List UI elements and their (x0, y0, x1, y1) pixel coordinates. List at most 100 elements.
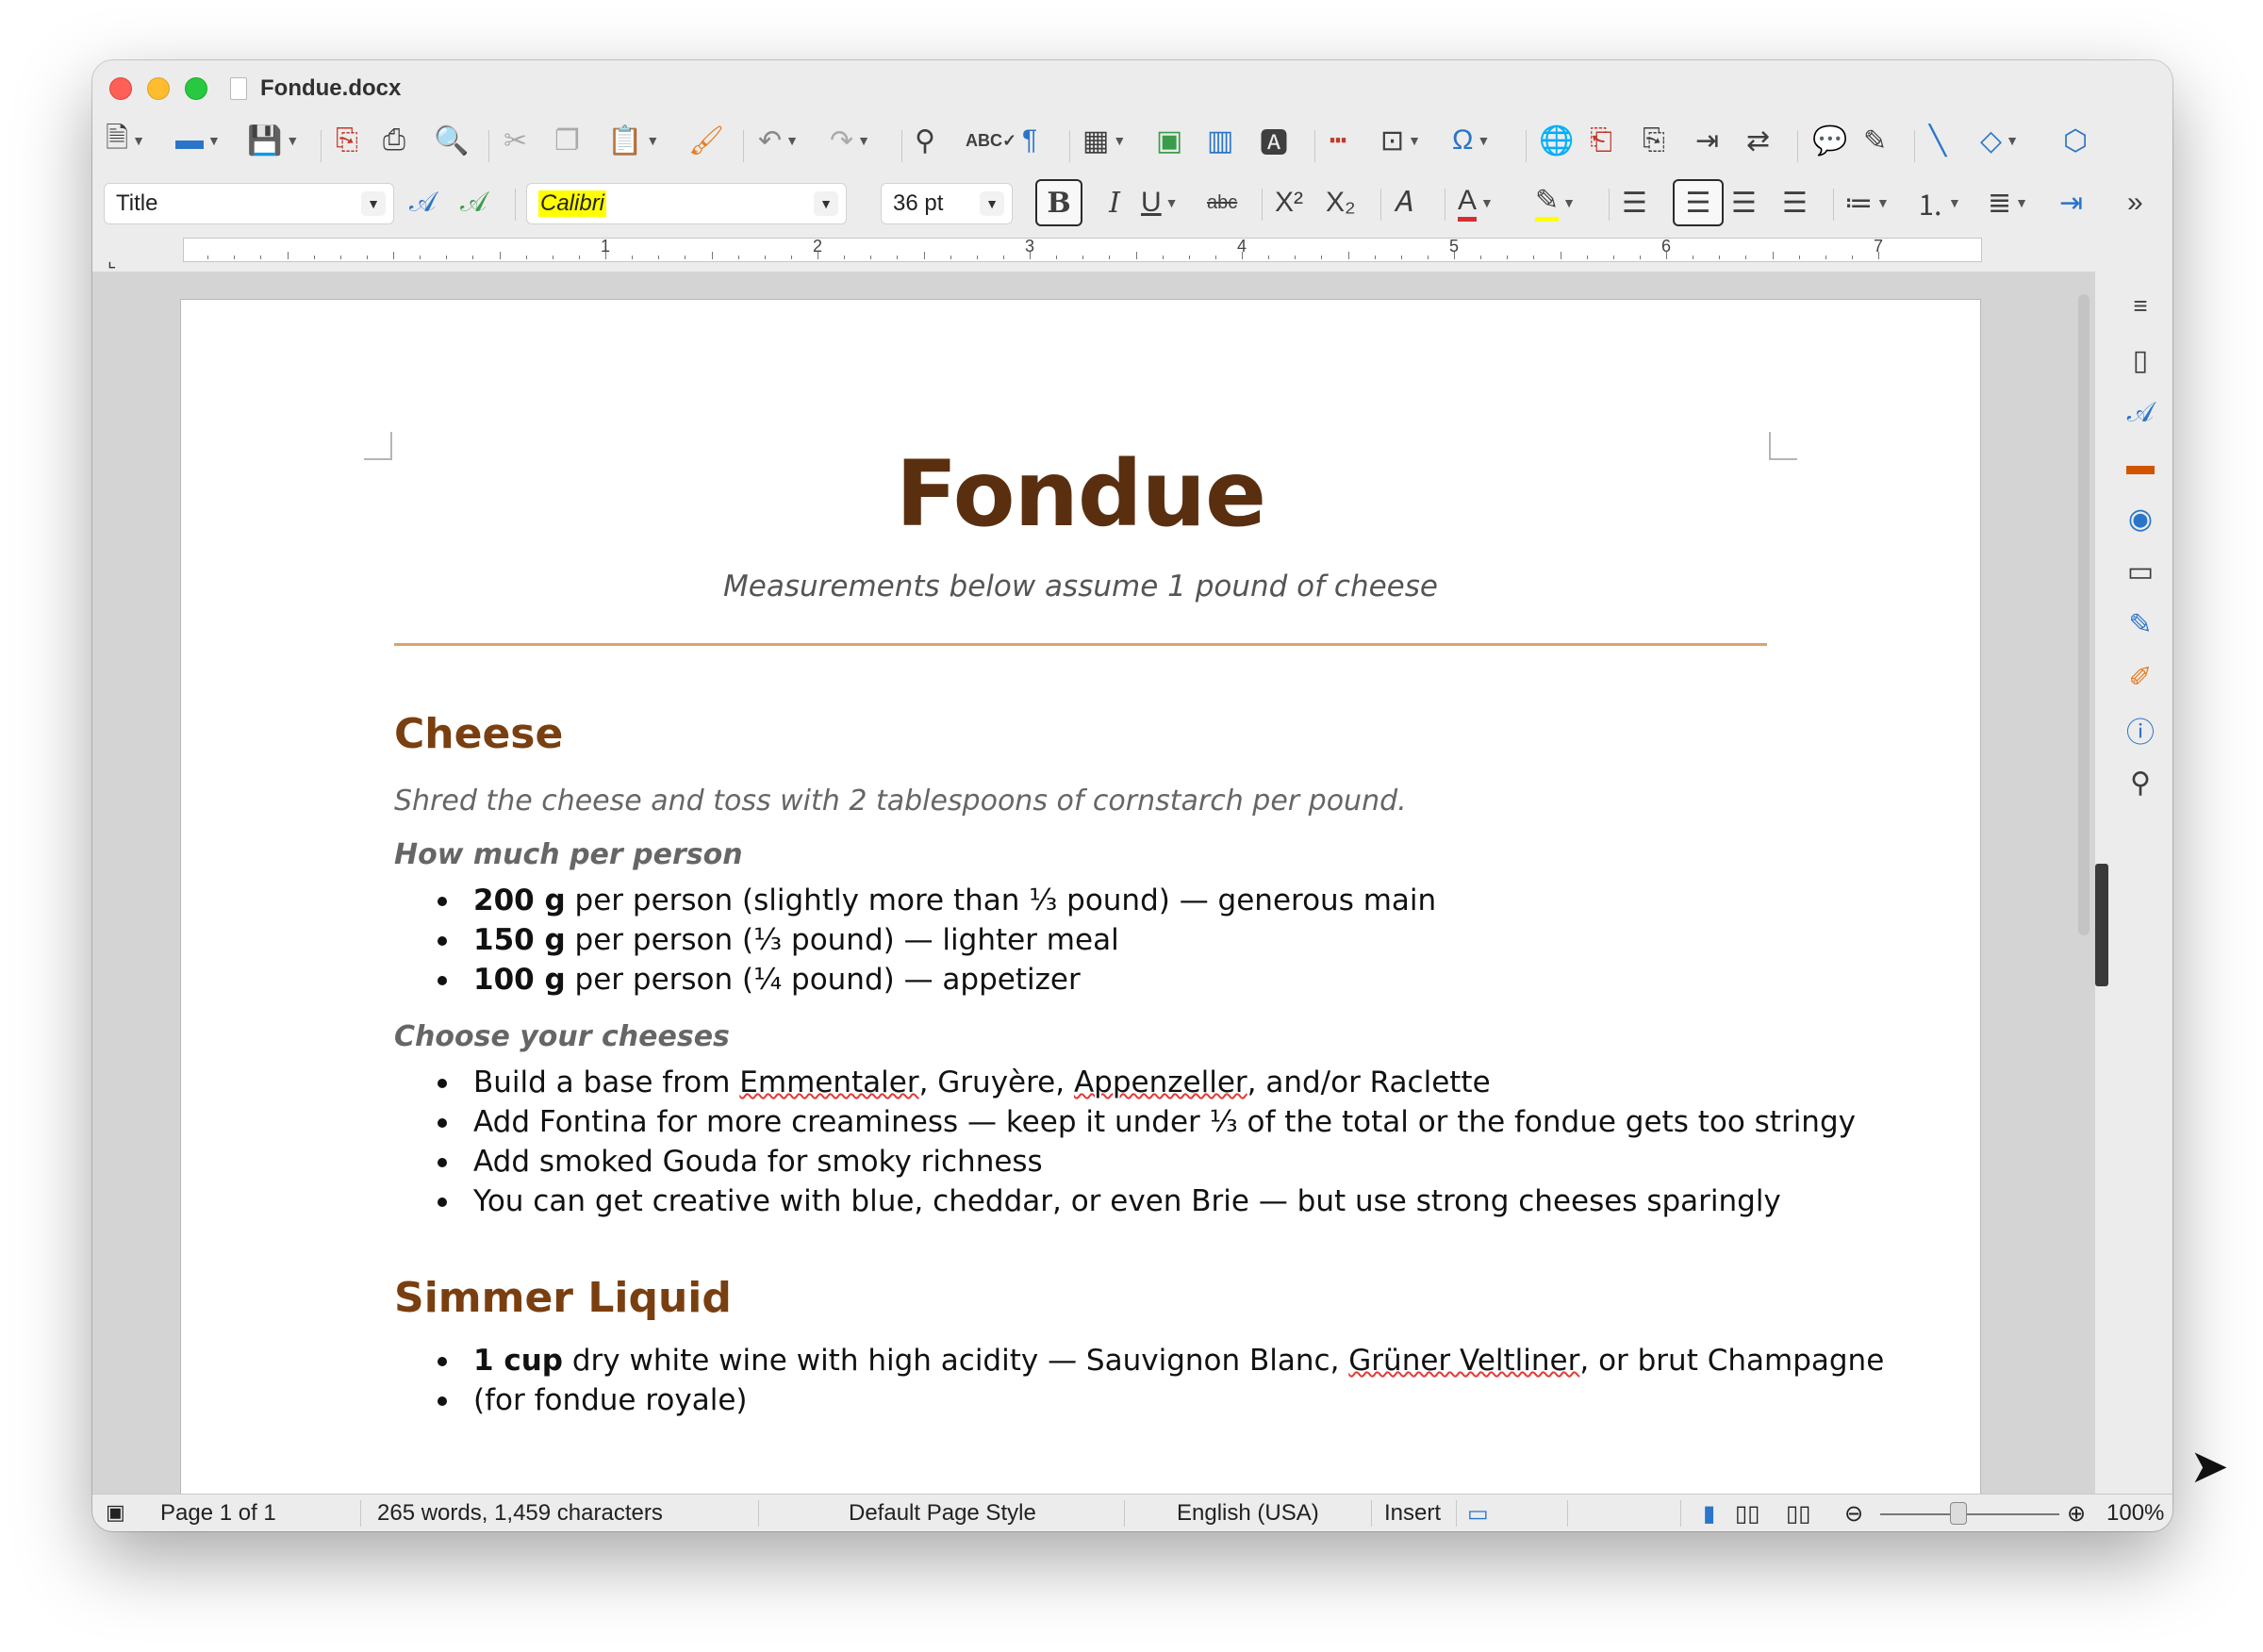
vertical-scrollbar[interactable] (2076, 294, 2091, 935)
tab-stop-selector[interactable]: ⌞ (107, 249, 116, 273)
insert-cross-reference-button[interactable]: ⇄ (1746, 117, 1770, 164)
align-right-button[interactable]: ☰ (1731, 179, 1757, 226)
numbered-list-icon: ⒈ (1916, 190, 1944, 222)
formatting-marks-button[interactable]: ¶ (1022, 117, 1037, 164)
paste-button[interactable]: 📋 ▼ (607, 117, 659, 164)
zoom-slider-track[interactable] (1880, 1513, 2059, 1515)
manage-changes-icon[interactable]: ✐ (2120, 656, 2161, 698)
insert-text-box-button[interactable]: 🅰 (1260, 117, 1288, 164)
page-style-status[interactable]: Default Page Style (849, 1500, 1036, 1527)
properties-icon[interactable]: ▯ (2120, 339, 2161, 381)
book-view-icon[interactable]: ▯▯ (1786, 1500, 1810, 1528)
insert-comment-button[interactable]: 💬 (1812, 117, 1847, 164)
insert-table-button[interactable]: ▦ ▼ (1082, 117, 1126, 164)
save-status-icon[interactable]: ▣ (106, 1500, 125, 1525)
status-separator (1680, 1500, 1681, 1527)
single-page-view-icon[interactable]: ▮ (1703, 1500, 1715, 1528)
update-style-button[interactable]: 𝒜 (409, 179, 436, 226)
zoom-out-icon[interactable]: ⊖ (1844, 1500, 1863, 1528)
increase-indent-button[interactable]: ⇥ (2059, 179, 2083, 226)
language-status[interactable]: English (USA) (1177, 1500, 1319, 1527)
italic-button[interactable]: I (1096, 179, 1133, 226)
subscript-button[interactable]: X₂ (1326, 179, 1356, 226)
ordered-list-button[interactable]: ⒈ ▼ (1916, 179, 1961, 226)
save-button[interactable]: 💾 ▼ (247, 117, 299, 164)
justify-button[interactable]: ☰ (1782, 179, 1808, 226)
page-icon[interactable]: ▭ (2120, 551, 2161, 592)
ruler-tick (1798, 256, 1800, 259)
selection-mode-icon[interactable]: ▭ (1467, 1500, 1489, 1528)
minimize-window-button[interactable] (147, 77, 170, 100)
track-changes-button[interactable]: ✎ (1863, 117, 1887, 164)
copy-button[interactable]: ❐ (554, 117, 580, 164)
document-content[interactable]: Fondue Measurements below assume 1 pound… (394, 441, 1884, 1420)
gallery-icon[interactable]: ▬ (2120, 445, 2161, 487)
zoom-slider-thumb[interactable] (1950, 1502, 1967, 1525)
page-number-status[interactable]: Page 1 of 1 (160, 1500, 276, 1527)
scrollbar-thumb[interactable] (2078, 294, 2090, 935)
open-button[interactable]: ▬ ▼ (175, 117, 221, 164)
misspelled-word[interactable]: Emmentaler (739, 1066, 918, 1099)
insert-page-break-button[interactable]: ┅ (1330, 117, 1346, 164)
draw-functions-button[interactable]: ⬡ (2063, 117, 2088, 164)
find-icon[interactable]: ⚲ (2120, 762, 2161, 803)
zoom-in-icon[interactable]: ⊕ (2067, 1500, 2086, 1528)
insert-field-button[interactable]: ⊡ ▼ (1380, 117, 1421, 164)
insert-footnote-button[interactable]: ⎗ (1590, 117, 1612, 164)
find-replace-button[interactable]: ⚲ (915, 117, 935, 164)
word-count-status[interactable]: 265 words, 1,459 characters (377, 1500, 663, 1527)
misspelled-word[interactable]: Appenzeller (1074, 1066, 1247, 1099)
align-center-button[interactable]: ☰ (1673, 179, 1724, 226)
highlight-color-button[interactable]: ✎ ▼ (1535, 179, 1576, 226)
insert-bookmark-button[interactable]: ⇥ (1695, 117, 1719, 164)
print-preview-button[interactable]: 🔍 (434, 117, 469, 164)
undo-button[interactable]: ↶ ▼ (758, 117, 799, 164)
font-name-select[interactable]: Calibri ▼ (526, 183, 847, 224)
sidebar-collapse-handle[interactable] (2095, 864, 2108, 986)
insert-image-button[interactable]: ▣ (1156, 117, 1182, 164)
spelling-button[interactable]: ABC✓ (966, 117, 1016, 164)
document-page[interactable]: Fondue Measurements below assume 1 pound… (181, 300, 1980, 1509)
insert-endnote-button[interactable]: ⎘ (1643, 117, 1665, 164)
misspelled-word[interactable]: Grüner Veltliner (1348, 1344, 1579, 1378)
font-color-button[interactable]: A ▼ (1458, 179, 1494, 226)
zoom-level-status[interactable]: 100% (2106, 1500, 2164, 1527)
cut-button[interactable]: ✂ (504, 117, 527, 164)
ruler-tick (1109, 256, 1111, 259)
paragraph-style-select[interactable]: Title ▼ (104, 183, 394, 224)
superscript-button[interactable]: X² (1275, 179, 1303, 226)
new-document-button[interactable]: 🗎 ▼ (106, 117, 145, 164)
insert-hyperlink-button[interactable]: 🌐 (1539, 117, 1574, 164)
clear-formatting-button[interactable]: 𝐴 (1394, 179, 1412, 226)
more-options-button[interactable]: » (2127, 179, 2143, 226)
font-size-select[interactable]: 36 pt ▼ (881, 183, 1013, 224)
multi-page-view-icon[interactable]: ▯▯ (1735, 1500, 1759, 1528)
redo-button[interactable]: ↷ ▼ (830, 117, 870, 164)
new-style-button[interactable]: 𝒜 (460, 179, 487, 226)
styles-icon[interactable]: 𝒜 (2120, 392, 2161, 434)
insert-line-button[interactable]: ╲ (1929, 117, 1946, 164)
accessibility-check-icon[interactable]: ⓘ (2120, 709, 2161, 751)
close-window-button[interactable] (109, 77, 132, 100)
basic-shapes-button[interactable]: ◇ ▼ (1980, 117, 2019, 164)
print-button[interactable]: ⎙ (383, 117, 405, 164)
horizontal-ruler[interactable]: 1 2 3 4 5 6 7 (183, 237, 1982, 262)
insert-chart-button[interactable]: ▥ (1207, 117, 1233, 164)
insert-mode-status[interactable]: Insert (1384, 1500, 1441, 1527)
copy-icon: ❐ (554, 124, 580, 157)
strikethrough-button[interactable]: abc (1207, 179, 1237, 226)
maximize-window-button[interactable] (185, 77, 207, 100)
ruler-tick (313, 256, 315, 259)
navigator-icon[interactable]: ◉ (2120, 498, 2161, 539)
insert-special-character-button[interactable]: Ω ▼ (1452, 117, 1490, 164)
unordered-list-button[interactable]: ≔ ▼ (1844, 179, 1890, 226)
sidebar-menu-icon[interactable]: ≡ (2120, 285, 2161, 326)
outline-list-button[interactable]: ≣ ▼ (1988, 179, 2028, 226)
clone-formatting-button[interactable]: 🖌 (688, 117, 724, 164)
underline-button[interactable]: U ▼ (1141, 179, 1179, 226)
export-pdf-button[interactable]: ⎘ (336, 117, 358, 164)
bold-button[interactable]: B (1035, 179, 1082, 226)
align-left-icon: ☰ (1622, 187, 1647, 219)
align-left-button[interactable]: ☰ (1622, 179, 1647, 226)
style-inspector-icon[interactable]: ✎ (2120, 603, 2161, 645)
